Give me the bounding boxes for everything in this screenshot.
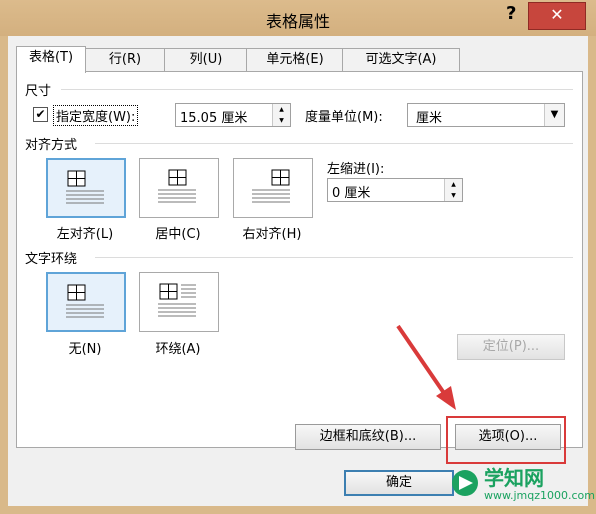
watermark-logo-icon (452, 470, 478, 496)
watermark-title: 学知网 (484, 466, 544, 490)
tab-table[interactable]: 表格(T) (16, 46, 86, 73)
watermark: 学知网 www.jmqz1000.com (450, 460, 595, 506)
watermark-url: www.jmqz1000.com (484, 489, 595, 502)
options-highlight-box (446, 416, 566, 464)
